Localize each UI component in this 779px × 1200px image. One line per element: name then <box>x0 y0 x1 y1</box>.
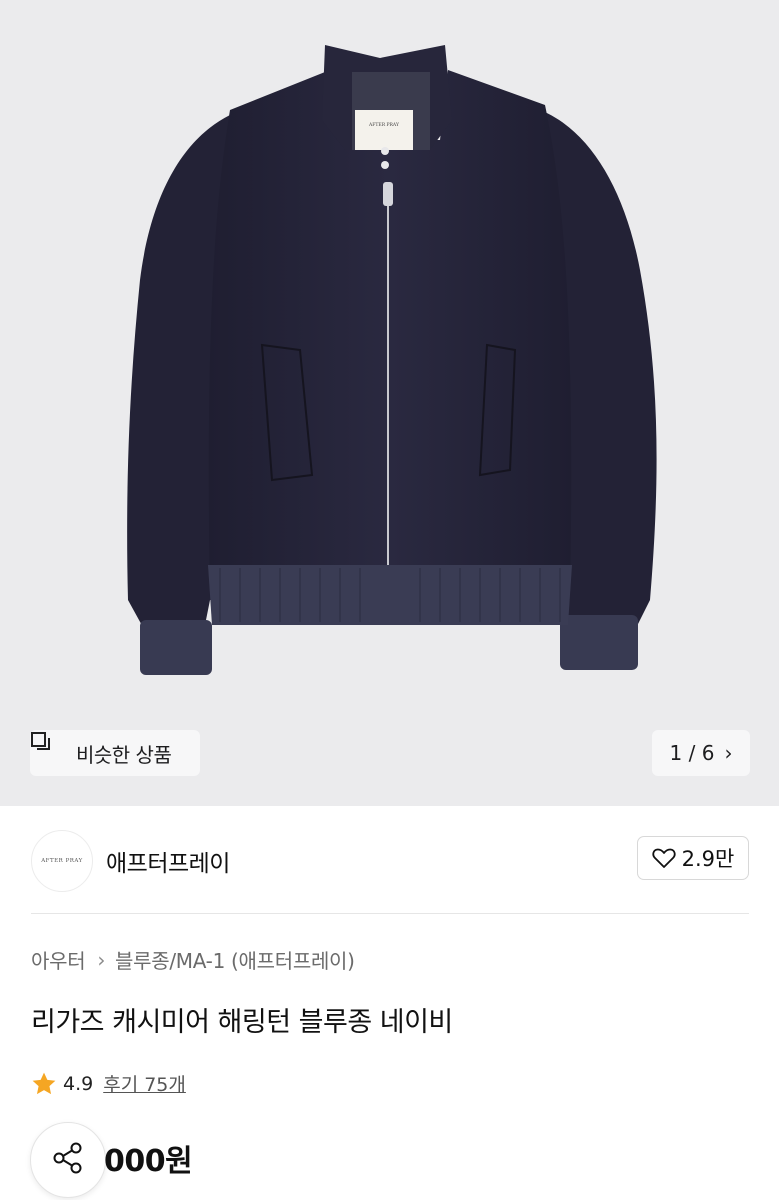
brand-row: AFTER PRAY 애프터프레이 2.9만 <box>0 806 779 914</box>
product-image-jacket: AFTER PRAY <box>127 45 657 675</box>
product-title: 리가즈 캐시미어 해링턴 블루종 네이비 <box>31 1007 453 1038</box>
pager-count: 1 / 6 <box>669 741 715 765</box>
rating-score: 4.9 <box>63 1072 94 1095</box>
rating-row: 4.9 후기 75개 <box>31 1070 186 1097</box>
similar-items-icon <box>31 732 68 764</box>
brand-name[interactable]: 애프터프레이 <box>106 844 230 878</box>
product-image-gallery[interactable]: AFTER PRAY 비슷한 상품 1 / 6 › <box>0 0 779 806</box>
product-page: AFTER PRAY 비슷한 상품 1 / 6 › AFTER PRAY 애프터… <box>0 0 779 1200</box>
star-icon <box>31 1071 57 1097</box>
svg-text:AFTER PRAY: AFTER PRAY <box>368 122 400 128</box>
breadcrumb: 아우터 › 블루종/MA-1 (애프터프레이) <box>31 945 355 974</box>
image-pager[interactable]: 1 / 6 › <box>652 730 750 776</box>
reviews-link[interactable]: 후기 75개 <box>103 1070 186 1097</box>
similar-products-label: 비슷한 상품 <box>76 742 172 767</box>
product-price: 000원 <box>104 1144 193 1179</box>
breadcrumb-subcategory[interactable]: 블루종/MA-1 (애프터프레이) <box>115 945 355 974</box>
breadcrumb-category[interactable]: 아우터 <box>31 945 86 974</box>
divider <box>31 913 749 914</box>
share-icon <box>51 1141 85 1179</box>
brand-logo[interactable]: AFTER PRAY <box>31 830 93 892</box>
similar-products-button[interactable]: 비슷한 상품 <box>30 730 200 776</box>
chevron-right-icon: › <box>724 741 733 765</box>
heart-icon <box>652 847 676 869</box>
like-button[interactable]: 2.9만 <box>637 836 749 880</box>
chevron-right-icon: › <box>97 947 106 972</box>
brand-logo-text: AFTER PRAY <box>41 858 83 864</box>
share-button[interactable] <box>30 1122 106 1198</box>
like-count: 2.9만 <box>681 847 735 871</box>
